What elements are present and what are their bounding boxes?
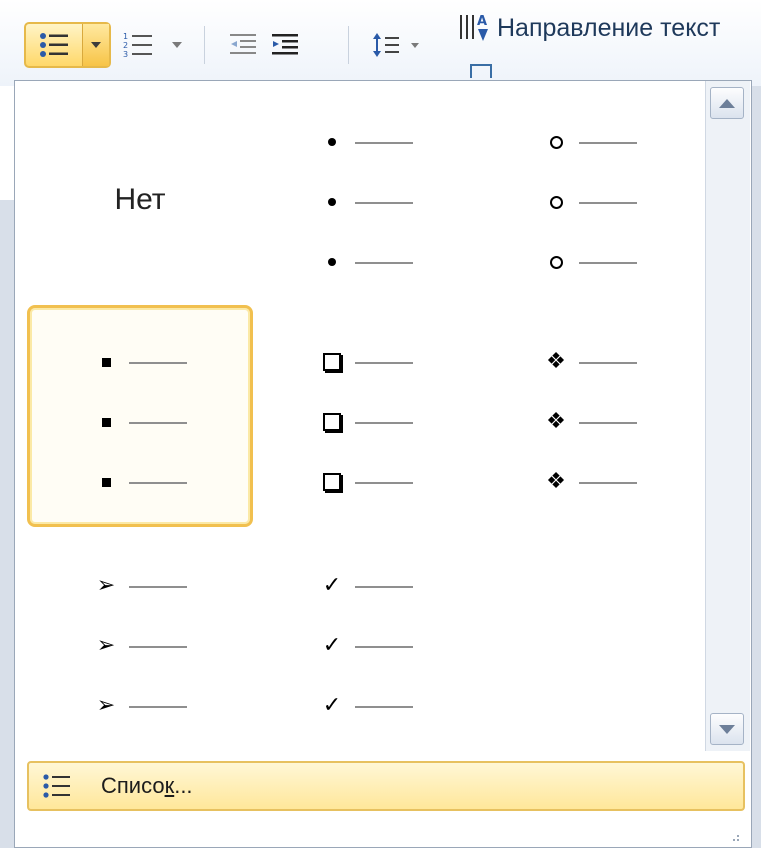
arrowhead-icon: ➢ [96, 633, 116, 658]
hollow-box-icon [319, 347, 345, 377]
gallery-scrollbar[interactable] [705, 81, 750, 751]
chevron-down-icon [411, 42, 419, 48]
numbering-button[interactable]: 1 2 3 [118, 26, 158, 64]
decrease-indent-icon [230, 34, 256, 54]
placeholder-line [579, 262, 637, 264]
text-direction-icon: A [460, 14, 488, 41]
bullet-gallery: Нет ❖ ❖ ❖ ➢ ➢ ➢ ✓ ✓ ✓ [15, 81, 705, 751]
four-diamond-icon: ❖ [546, 409, 566, 434]
increase-indent-icon [272, 34, 298, 55]
chevron-down-icon [91, 42, 101, 48]
numbering-dropdown-arrow[interactable] [168, 38, 186, 52]
bullets-button[interactable] [26, 24, 83, 66]
placeholder-line [579, 422, 637, 424]
line-spacing-dropdown-arrow[interactable] [408, 38, 422, 52]
window-edge [752, 86, 761, 848]
placeholder-line [579, 362, 637, 364]
placeholder-line [355, 706, 413, 708]
arrow-down-icon [719, 724, 735, 734]
separator [348, 26, 349, 64]
checkmark-icon: ✓ [322, 633, 342, 658]
bullet-option-none[interactable]: Нет [27, 89, 253, 311]
bullet-option-hollow-circle[interactable] [477, 89, 703, 311]
placeholder-line [129, 422, 187, 424]
separator [204, 26, 205, 64]
placeholder-line [579, 202, 637, 204]
line-spacing-icon [373, 33, 399, 57]
checkmark-icon: ✓ [322, 573, 342, 598]
placeholder-line [355, 202, 413, 204]
four-diamond-icon: ❖ [546, 349, 566, 374]
placeholder-line [355, 422, 413, 424]
placeholder-line [355, 586, 413, 588]
bullet-option-filled-square[interactable] [27, 305, 253, 527]
filled-dot-icon [319, 187, 345, 217]
bullet-option-four-diamond[interactable]: ❖ ❖ ❖ [477, 305, 703, 527]
placeholder-line [129, 482, 187, 484]
svg-text:1: 1 [123, 32, 128, 41]
increase-indent-button[interactable] [266, 26, 304, 64]
placeholder-line [129, 646, 187, 648]
numbered-list-icon: 1 2 3 [123, 32, 152, 59]
bullet-option-filled-dot[interactable] [253, 89, 479, 311]
filled-square-icon [93, 467, 119, 497]
placeholder-line [579, 142, 637, 144]
line-spacing-button[interactable] [366, 26, 406, 64]
bullet-list-icon [40, 33, 68, 57]
svg-text:2: 2 [123, 41, 128, 50]
filled-dot-icon [319, 127, 345, 157]
placeholder-line [129, 362, 187, 364]
bullet-option-hollow-box[interactable] [253, 305, 479, 527]
arrowhead-icon: ➢ [96, 693, 116, 718]
placeholder-line [355, 262, 413, 264]
scroll-up-button[interactable] [710, 87, 744, 119]
bullets-split-button[interactable] [24, 22, 111, 68]
filled-dot-icon [319, 247, 345, 277]
align-text-icon[interactable] [470, 64, 492, 78]
svg-text:A: A [477, 14, 487, 29]
text-direction-button[interactable]: A Направление текст [457, 8, 720, 48]
hollow-circle-icon [543, 187, 569, 217]
filled-square-icon [93, 347, 119, 377]
window-edge [0, 200, 14, 848]
define-list-label: Список... [101, 773, 193, 798]
scroll-down-button[interactable] [710, 713, 744, 745]
bullet-option-checkmark[interactable]: ✓ ✓ ✓ [253, 529, 479, 751]
placeholder-line [129, 706, 187, 708]
four-diamond-icon: ❖ [546, 469, 566, 494]
hollow-box-icon [319, 407, 345, 437]
hollow-box-icon [319, 467, 345, 497]
placeholder-line [355, 646, 413, 648]
ribbon-strip: 1 2 3 A Направление текст [0, 0, 761, 86]
arrowhead-icon: ➢ [96, 573, 116, 598]
chevron-down-icon [172, 42, 182, 48]
placeholder-line [355, 482, 413, 484]
placeholder-line [579, 482, 637, 484]
define-list-menu-item[interactable]: Список... [27, 761, 745, 811]
filled-square-icon [93, 407, 119, 437]
arrow-up-icon [719, 98, 735, 108]
placeholder-line [355, 362, 413, 364]
hollow-circle-icon [543, 127, 569, 157]
decrease-indent-button[interactable] [224, 26, 262, 64]
text-direction-label: Направление текст [497, 13, 721, 42]
resize-grip-icon[interactable] [727, 829, 741, 843]
bullets-dropdown-arrow[interactable] [83, 24, 109, 66]
bullet-option-arrowhead[interactable]: ➢ ➢ ➢ [27, 529, 253, 751]
placeholder-line [129, 586, 187, 588]
checkmark-icon: ✓ [322, 693, 342, 718]
hollow-circle-icon [543, 247, 569, 277]
none-label: Нет [114, 183, 166, 216]
placeholder-line [355, 142, 413, 144]
bullet-library-dropdown: Нет ❖ ❖ ❖ ➢ ➢ ➢ ✓ ✓ ✓ Список... [14, 80, 752, 848]
bullet-list-icon [39, 768, 75, 804]
svg-text:3: 3 [123, 50, 128, 59]
